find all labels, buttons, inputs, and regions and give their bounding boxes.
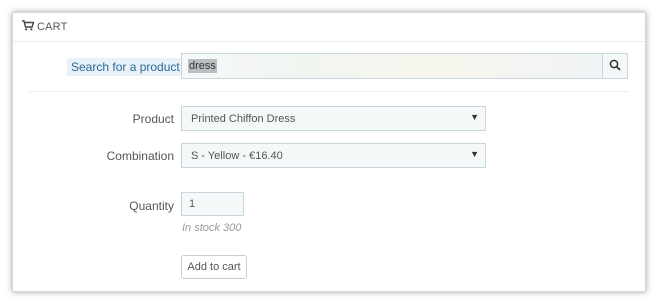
search-input[interactable]: dress [181, 53, 609, 79]
stock-note: In stock 300 [182, 222, 242, 234]
section-divider [29, 91, 629, 92]
shopping-cart-icon [22, 20, 37, 34]
quantity-value: 1 [189, 198, 196, 210]
combination-select[interactable]: S - Yellow - €16.40 ▼ [181, 143, 486, 168]
quantity-label: Quantity [129, 199, 174, 213]
search-label: Search for a product [67, 58, 184, 76]
search-input-value: dress [188, 59, 217, 73]
quantity-input[interactable]: 1 [181, 192, 244, 216]
panel-header: CART [13, 13, 645, 42]
panel-title: CART [37, 21, 68, 33]
product-select[interactable]: Printed Chiffon Dress ▼ [181, 106, 486, 131]
search-button[interactable] [602, 53, 628, 79]
add-to-cart-button[interactable]: Add to cart [181, 255, 247, 279]
search-icon [609, 59, 621, 74]
combination-label: Combination [106, 149, 174, 163]
product-selected-value: Printed Chiffon Dress [191, 112, 296, 125]
cart-panel: CART Search for a product dress Product … [12, 12, 646, 292]
search-field-group: dress [181, 53, 628, 79]
chevron-down-icon: ▼ [470, 149, 479, 159]
combination-selected-value: S - Yellow - €16.40 [191, 149, 283, 162]
product-label: Product [132, 112, 174, 126]
chevron-down-icon: ▼ [470, 112, 479, 122]
